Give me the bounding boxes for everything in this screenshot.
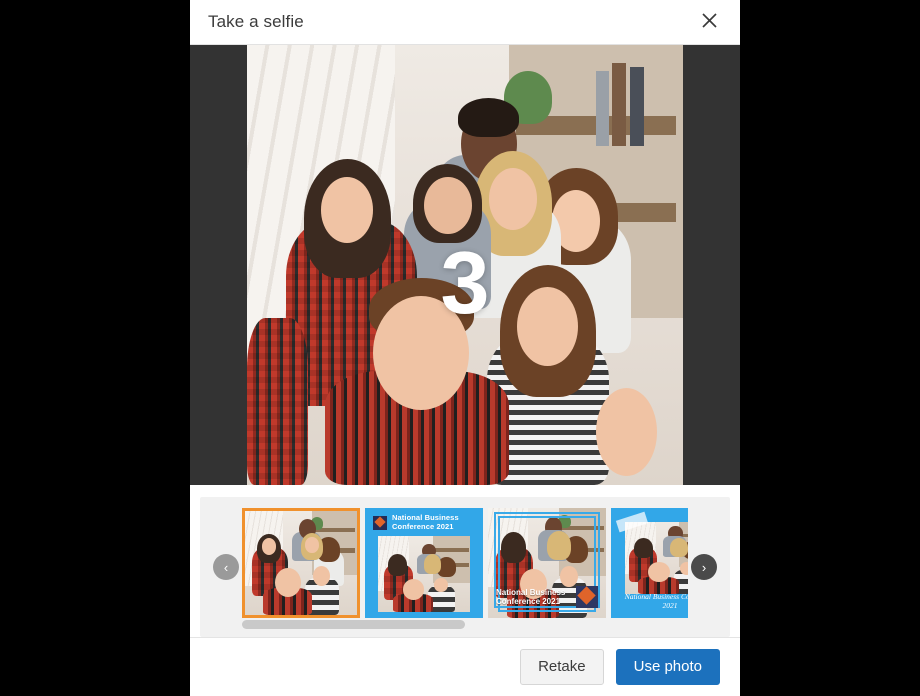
thumbnail-photo <box>625 522 688 594</box>
thumbnail-photo <box>378 536 470 612</box>
outstretched-arm <box>247 317 309 485</box>
carousel-scrollbar-thumb[interactable] <box>242 620 465 629</box>
frame-overlay-blue-card: National Business Conference 2021 <box>365 508 483 618</box>
retake-button[interactable]: Retake <box>520 649 604 685</box>
conference-logo-icon <box>373 515 387 530</box>
person-hair <box>458 97 520 138</box>
frame-picker-section: ‹ National Business Conference 2021 Nati… <box>190 485 740 637</box>
person-face <box>402 579 424 600</box>
carousel-prev-button[interactable]: ‹ <box>213 554 239 580</box>
person-hair <box>424 554 442 574</box>
conference-logo-icon <box>576 586 598 608</box>
frame-overlay-taped: National Business Conference 2021 <box>611 508 688 618</box>
person-face <box>313 566 331 586</box>
chevron-left-icon: ‹ <box>223 559 229 575</box>
person-face <box>434 577 448 593</box>
person-face <box>423 177 472 235</box>
modal-footer: Retake Use photo <box>190 637 740 696</box>
frame-thumbnail-plain[interactable] <box>242 508 360 618</box>
close-button[interactable] <box>694 7 724 37</box>
chevron-right-icon: › <box>701 559 707 575</box>
book <box>612 62 627 147</box>
selfie-preview-image <box>247 45 683 485</box>
frame-caption: National Business Conference 2021 <box>624 592 688 610</box>
frame-carousel-track: National Business Conference 2021 Nation… <box>242 508 688 620</box>
person-face <box>559 566 578 588</box>
book <box>595 71 609 147</box>
modal-header: Take a selfie <box>190 0 740 45</box>
camera-preview-stage: 3 <box>190 45 740 485</box>
frame-thumbnail-taped[interactable]: National Business Conference 2021 <box>611 508 688 618</box>
page-title: Take a selfie <box>208 12 304 31</box>
carousel-scrollbar[interactable] <box>242 620 688 629</box>
frame-carousel: ‹ National Business Conference 2021 Nati… <box>200 497 730 637</box>
frame-overlay-outline: National Business Conference 2021 <box>488 508 606 618</box>
frame-thumbnail-outline[interactable]: National Business Conference 2021 <box>488 508 606 618</box>
person-face <box>261 538 277 555</box>
person-face <box>321 177 374 243</box>
take-a-selfie-modal: Take a selfie 3 ‹ National Business Conf… <box>190 0 740 696</box>
frame-header: National Business Conference 2021 <box>373 513 470 531</box>
person-face <box>679 561 688 576</box>
person-hair <box>547 531 571 560</box>
person-face <box>373 295 470 411</box>
frame-caption: National Business Conference 2021 <box>392 513 459 531</box>
preview-canvas <box>247 45 683 485</box>
close-icon <box>701 12 718 32</box>
frame-caption: National Business Conference 2021 <box>496 588 566 606</box>
thumb-up-hand <box>595 388 657 477</box>
thumbnail-photo <box>245 511 357 615</box>
frame-thumbnail-blue-card[interactable]: National Business Conference 2021 <box>365 508 483 618</box>
use-photo-button[interactable]: Use photo <box>615 649 720 685</box>
person-face <box>305 537 319 553</box>
person-hair <box>670 537 688 557</box>
person-hair <box>634 537 653 558</box>
person-hair <box>388 554 408 576</box>
book <box>629 67 644 147</box>
person-face <box>488 168 537 230</box>
carousel-next-button[interactable]: › <box>691 554 717 580</box>
person-hair <box>500 532 526 563</box>
